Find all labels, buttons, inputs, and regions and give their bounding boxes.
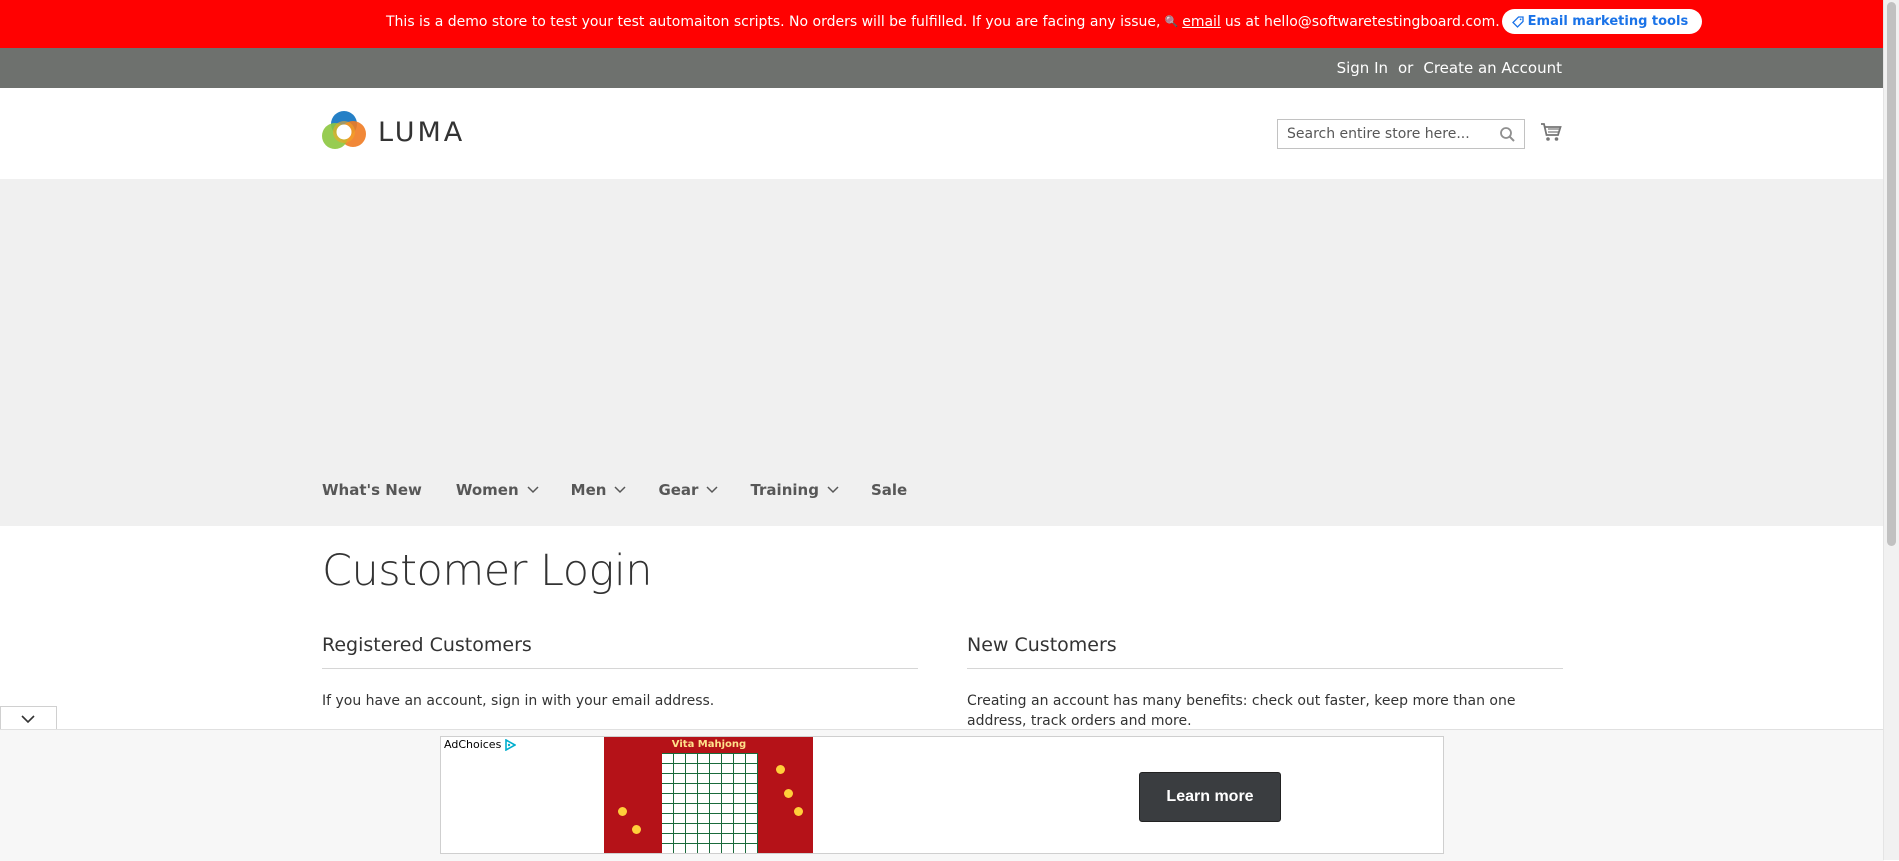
nav-item-label: Sale — [870, 481, 908, 499]
registered-customers-heading: Registered Customers — [322, 634, 918, 669]
nav-item-sale[interactable]: Sale — [871, 481, 907, 499]
adchoices-badge[interactable]: AdChoices — [444, 738, 517, 751]
email-link[interactable]: email — [1182, 14, 1221, 30]
chevron-down-icon — [827, 486, 839, 494]
nav-item-men[interactable]: Men — [570, 481, 626, 499]
adchoices-icon — [505, 738, 517, 751]
new-customers-block: New Customers Creating an account has ma… — [967, 634, 1563, 731]
adchoices-label: AdChoices — [444, 738, 502, 751]
demo-notice-bar: This is a demo store to test your test a… — [0, 0, 1884, 48]
nav-item-label: Training — [750, 481, 819, 499]
demo-notice-text: This is a demo store to test your test a… — [386, 13, 1161, 30]
chevron-down-icon — [706, 486, 718, 494]
nav-item-gear[interactable]: Gear — [658, 481, 718, 499]
flower-shape — [794, 807, 803, 816]
flower-shape — [776, 765, 785, 774]
top-links-bar: Sign In or Create an Account — [0, 48, 1884, 88]
search-input[interactable] — [1278, 120, 1506, 148]
registered-customers-text: If you have an account, sign in with you… — [322, 693, 715, 709]
page-title: Customer Login — [322, 546, 653, 596]
or-separator: or — [1398, 59, 1414, 77]
demo-notice-contact: us at hello@softwaretestingboard.com. — [1224, 13, 1500, 30]
email-marketing-tools-label: Email marketing tools — [1527, 14, 1689, 29]
ad-image-title: Vita Mahjong — [671, 739, 747, 750]
nav-item-label: Men — [570, 481, 607, 499]
ad-collapse-tab[interactable] — [0, 706, 57, 730]
chevron-down-icon — [614, 486, 626, 494]
nav-item-label: What's New — [322, 481, 422, 499]
site-header: LUMA — [0, 88, 1884, 179]
nav-item-whats-new[interactable]: What's New — [322, 481, 422, 499]
cart-icon[interactable] — [1540, 122, 1562, 142]
search-box — [1277, 119, 1525, 149]
flower-shape — [784, 789, 793, 798]
chevron-down-icon — [21, 715, 35, 724]
flower-shape — [632, 825, 641, 834]
luma-logo-text: LUMA — [378, 116, 466, 148]
registered-customers-block: Registered Customers If you have an acco… — [322, 634, 918, 711]
chevron-down-icon — [527, 486, 539, 494]
tag-icon — [1511, 15, 1524, 28]
ad-image[interactable]: Vita Mahjong — [604, 737, 813, 853]
scrollbar-thumb[interactable] — [1887, 2, 1896, 546]
sign-in-link[interactable]: Sign In — [1337, 59, 1388, 77]
nav-item-women[interactable]: Women — [455, 481, 539, 499]
email-marketing-tools-button[interactable]: Email marketing tools — [1501, 9, 1703, 34]
nav-item-training[interactable]: Training — [750, 481, 839, 499]
learn-more-button[interactable]: Learn more — [1139, 772, 1281, 822]
mahjong-tower-grid — [662, 753, 758, 853]
nav-item-label: Gear — [658, 481, 699, 499]
magnifier-icon: 🔍 — [1164, 15, 1179, 28]
luma-logo[interactable]: LUMA — [322, 110, 465, 154]
search-icon[interactable] — [1499, 126, 1516, 143]
flower-shape — [618, 807, 627, 816]
page: This is a demo store to test your test a… — [0, 0, 1884, 861]
nav-item-label: Women — [455, 481, 519, 499]
create-account-link[interactable]: Create an Account — [1423, 59, 1562, 77]
new-customers-text: Creating an account has many benefits: c… — [967, 693, 1516, 729]
main-navigation: What's New Women Men Gear Training Sale — [322, 481, 941, 499]
ad-banner[interactable]: AdChoices Vita Mahjong Learn more — [440, 736, 1444, 854]
luma-logo-icon — [322, 111, 366, 149]
banner-area: What's New Women Men Gear Training Sale — [0, 179, 1884, 526]
vertical-scrollbar[interactable] — [1883, 0, 1899, 860]
new-customers-heading: New Customers — [967, 634, 1563, 669]
ad-bar: AdChoices Vita Mahjong Learn more — [0, 729, 1884, 861]
